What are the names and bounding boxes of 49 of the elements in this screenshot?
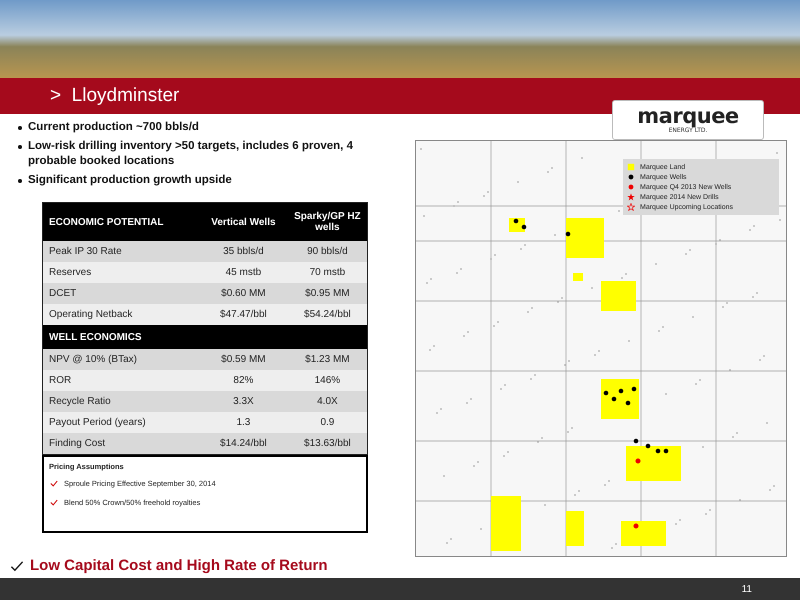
check-icon	[50, 499, 58, 506]
table-cell-text: NPV @ 10% (BTax)	[48, 354, 138, 366]
table-cell-text: 35 bbls/d	[222, 246, 265, 258]
star-outline-icon	[627, 203, 635, 212]
column-header: WELL ECONOMICS	[48, 332, 143, 343]
check-icon	[50, 480, 58, 488]
conclusion-text: Low Capital Cost and High Rate of Return	[30, 557, 328, 574]
table-cell-text: 146%	[314, 375, 342, 386]
dot-icon	[627, 183, 635, 192]
table-cell-text: 0.9	[319, 417, 336, 428]
page-number: 11	[742, 584, 752, 595]
table-cell-text: Finding Cost	[48, 438, 106, 450]
table-cell-text: 90 bbls/d	[306, 246, 349, 258]
star-icon	[627, 193, 635, 202]
table-cell-text: $14.24/bbl	[219, 438, 268, 450]
table-cell-text: 4.0X	[316, 396, 339, 408]
table-cell-text: $0.95 MM	[304, 288, 351, 300]
table-cell-text: 3.3X	[232, 396, 255, 408]
table-cell-text: ROR	[48, 375, 72, 386]
table-cell-text: 45 mstb	[224, 267, 262, 278]
table-cell-text: Operating Netback	[48, 309, 134, 320]
table-cell-text: 70 mstb	[308, 267, 346, 278]
table-cell-text: $0.59 MM	[220, 354, 267, 366]
table-cell-text: $54.24/bbl	[303, 309, 352, 320]
table-cell-text: $1.23 MM	[304, 354, 351, 366]
table-cell-text: Payout Period (years)	[48, 417, 147, 428]
table-cell-text: Reserves	[48, 267, 92, 278]
bullet-dot	[18, 145, 22, 150]
bullet-text: Current production ~700 bbls/d	[28, 120, 199, 136]
bullet-dot	[18, 126, 22, 130]
column-header: ECONOMIC POTENTIAL	[48, 216, 164, 228]
table-cell-text: 1.3	[235, 417, 252, 428]
dot-icon	[627, 173, 635, 182]
bullet-text: Significant production growth upside	[28, 173, 232, 188]
column-header: Vertical Wells	[210, 216, 277, 228]
table-cell-text: Recycle Ratio	[48, 396, 112, 408]
table-cell-text: 82%	[232, 375, 254, 386]
table-cell-text: DCET	[48, 288, 78, 300]
logo-wordmark: marquee	[637, 105, 739, 127]
table-cell-text: $47.47/bbl	[219, 309, 268, 320]
table-cell-text: $13.63/bbl	[303, 438, 352, 450]
square-icon	[627, 163, 635, 172]
bullet-dot	[18, 179, 22, 184]
bullet-text: Low-risk drilling inventory >50 targets, includes 6 proven, 4 probable booked locations	[28, 139, 354, 170]
slide-title: > Lloydminster	[50, 85, 180, 108]
check-icon	[10, 560, 24, 572]
table-cell-text: Peak IP 30 Rate	[48, 246, 123, 258]
table-cell-text: $0.60 MM	[220, 288, 267, 300]
column-header: Sparky/GP HZ wells	[293, 211, 362, 234]
